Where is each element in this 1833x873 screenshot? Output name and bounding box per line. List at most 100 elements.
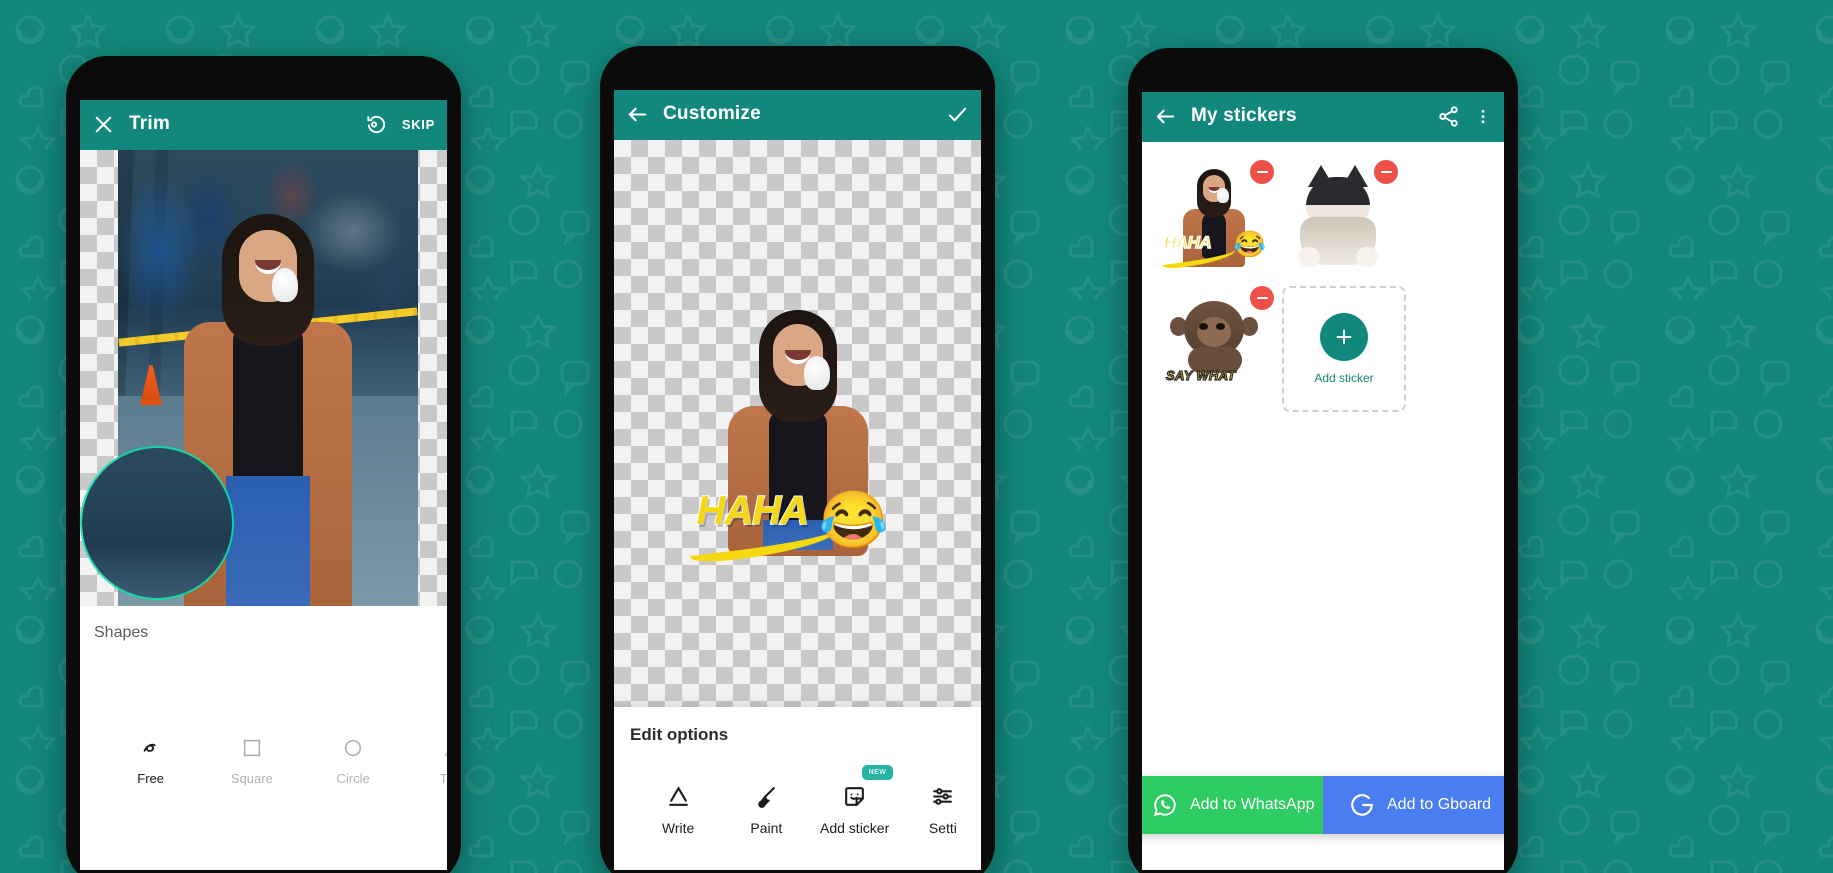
phone2-app-bar: Customize xyxy=(614,88,981,140)
sticker-preview[interactable]: HAHA 😂 xyxy=(687,309,889,565)
remove-sticker-button[interactable] xyxy=(1374,160,1398,184)
edit-option-write[interactable]: Write xyxy=(634,781,722,836)
shapes-panel: Shapes Free Square Circle T xyxy=(80,606,447,870)
phone3-app-bar: My stickers xyxy=(1142,90,1504,142)
whatsapp-icon xyxy=(1152,792,1178,818)
desktop-icon xyxy=(164,79,176,91)
phone-mockup-my-stickers: 13:45 My stickers HAHA 😂 SAY WHAT Add st… xyxy=(1128,48,1518,873)
sticker-grid: HAHA 😂 SAY WHAT Add sticker xyxy=(1142,142,1504,412)
nfc-icon xyxy=(905,69,917,81)
sticker-caption: HAHA xyxy=(1163,232,1212,252)
add-to-gboard-button[interactable]: Add to Gboard xyxy=(1323,776,1504,834)
shape-option-triangle[interactable]: Trian xyxy=(404,733,447,786)
add-sticker-label: Add sticker xyxy=(1314,371,1374,385)
download-icon xyxy=(1244,71,1256,83)
laughing-emoji: 😂 xyxy=(1233,229,1266,259)
download-icon xyxy=(1262,71,1274,83)
skip-button[interactable]: SKIP xyxy=(402,117,435,132)
phone-mockup-trim: 13:35 Trim SKIP Shapes Free Square Circl… xyxy=(66,56,461,873)
remove-sticker-button[interactable] xyxy=(1250,160,1274,184)
sticker-tile-monkey[interactable]: SAY WHAT xyxy=(1152,282,1276,408)
sticker-tile-woman[interactable]: HAHA 😂 xyxy=(1152,156,1276,282)
add-to-gboard-label: Add to Gboard xyxy=(1387,796,1492,813)
freehand-icon xyxy=(100,733,201,763)
sticker-caption: SAY WHAT xyxy=(1165,367,1236,383)
shape-label: Trian xyxy=(439,771,447,786)
nfc-icon xyxy=(371,79,383,91)
edit-options-row: Write Paint NEW Add sticker Setti xyxy=(620,765,981,836)
close-icon[interactable] xyxy=(92,113,115,136)
edit-option-add-sticker[interactable]: NEW Add sticker xyxy=(811,765,899,836)
edit-option-paint[interactable]: Paint xyxy=(722,781,810,836)
settings-sliders-icon xyxy=(899,781,981,811)
shape-label: Circle xyxy=(336,771,370,786)
signal-icon xyxy=(1464,71,1476,83)
battery-icon xyxy=(425,79,437,91)
shape-options-row: Free Square Circle T xyxy=(80,733,447,786)
edit-option-label: Setti xyxy=(928,820,957,836)
signal-icon xyxy=(407,79,419,91)
page-title: Customize xyxy=(663,103,761,124)
battery-icon xyxy=(1482,71,1494,83)
add-to-whatsapp-label: Add to WhatsApp xyxy=(1190,796,1315,813)
sticker-caption[interactable]: HAHA xyxy=(696,488,811,534)
battery-icon xyxy=(959,69,971,81)
phone-mockup-customize: 13:39 Customize HAHA 😂 Edit options Writ… xyxy=(600,46,995,873)
page-title: My stickers xyxy=(1191,105,1297,126)
back-arrow-icon[interactable] xyxy=(626,103,649,126)
sticker-export-actions: Add to WhatsApp Add to Gboard xyxy=(1142,776,1504,834)
download-icon xyxy=(698,69,710,81)
edit-option-settings[interactable]: Setti xyxy=(899,781,981,836)
shape-option-free[interactable]: Free xyxy=(100,733,201,786)
my-stickers-body: HAHA 😂 SAY WHAT Add sticker Add to Whats… xyxy=(1142,142,1504,870)
screenshot-stage: 13:35 Trim SKIP Shapes Free Square Circl… xyxy=(0,0,1833,873)
laughing-emoji[interactable]: 😂 xyxy=(819,491,889,548)
location-icon xyxy=(1190,71,1202,83)
more-vertical-icon[interactable] xyxy=(1474,105,1492,128)
source-photo xyxy=(118,150,418,606)
image-icon xyxy=(1208,71,1220,83)
phone3-screen: 13:45 My stickers HAHA 😂 SAY WHAT Add st… xyxy=(1142,64,1504,870)
check-icon[interactable] xyxy=(946,103,969,126)
location-icon xyxy=(128,79,140,91)
square-icon xyxy=(201,733,302,763)
sticker-tile-cat[interactable] xyxy=(1276,156,1400,282)
phone2-status-bar: 13:39 xyxy=(614,62,981,88)
sticker-icon xyxy=(811,781,899,811)
download-icon xyxy=(1226,71,1238,83)
share-icon[interactable] xyxy=(1437,105,1460,128)
shape-option-square[interactable]: Square xyxy=(201,733,302,786)
rotate-left-icon[interactable] xyxy=(365,113,388,136)
cat-sticker xyxy=(1292,165,1384,269)
status-clock: 13:39 xyxy=(624,68,656,82)
edit-option-label: Paint xyxy=(750,820,783,836)
status-clock: 13:35 xyxy=(90,78,122,92)
text-icon xyxy=(634,781,722,811)
nfc-icon xyxy=(1428,71,1440,83)
location-icon xyxy=(662,69,674,81)
remove-sticker-button[interactable] xyxy=(1250,286,1274,310)
add-sticker-tile[interactable]: Add sticker xyxy=(1282,286,1406,412)
edit-option-label: Add sticker xyxy=(820,820,890,836)
shape-label: Free xyxy=(137,771,164,786)
phone1-status-bar: 13:35 xyxy=(80,72,447,98)
edit-options-title: Edit options xyxy=(630,725,729,744)
woman-ice-cream-sticker: HAHA 😂 xyxy=(1161,169,1266,271)
customize-canvas[interactable]: HAHA 😂 Edit options Write Paint NEW Add … xyxy=(614,140,981,870)
status-clock: 13:45 xyxy=(1152,70,1184,84)
circle-icon xyxy=(303,733,404,763)
phone2-screen: 13:39 Customize HAHA 😂 Edit options Writ… xyxy=(614,62,981,870)
edit-option-label: Write xyxy=(661,820,695,836)
triangle-icon xyxy=(404,733,447,763)
brush-icon xyxy=(722,781,810,811)
image-icon xyxy=(680,69,692,81)
trim-canvas[interactable] xyxy=(80,150,447,606)
phone1-app-bar: Trim SKIP xyxy=(80,98,447,150)
shape-option-circle[interactable]: Circle xyxy=(303,733,404,786)
notifications-off-icon xyxy=(923,69,935,81)
add-to-whatsapp-button[interactable]: Add to WhatsApp xyxy=(1142,776,1323,834)
edit-options-sheet: Edit options Write Paint NEW Add sticker… xyxy=(614,707,981,870)
phone1-screen: 13:35 Trim SKIP Shapes Free Square Circl… xyxy=(80,72,447,870)
new-badge: NEW xyxy=(861,765,894,780)
back-arrow-icon[interactable] xyxy=(1154,105,1177,128)
